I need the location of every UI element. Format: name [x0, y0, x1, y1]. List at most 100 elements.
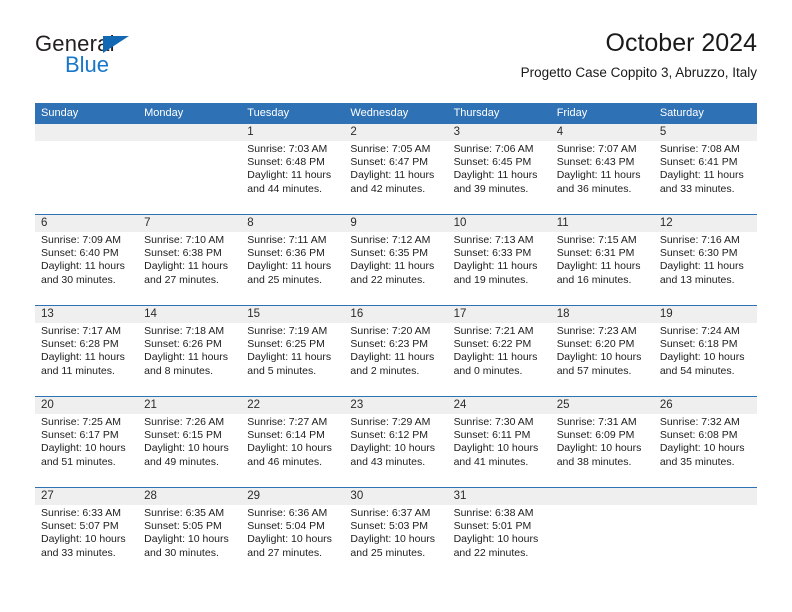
day-number: 4: [556, 126, 564, 138]
day-number: 20: [41, 399, 54, 411]
day-number: [557, 488, 650, 505]
day-cell[interactable]: 1 Sunrise: 7:03 AM Sunset: 6:48 PM Daylig…: [241, 124, 344, 214]
day-number: 26: [659, 399, 673, 411]
day-cell[interactable]: 8 Sunrise: 7:11 AM Sunset: 6:36 PM Daylig…: [241, 215, 344, 305]
day-number: 19: [659, 308, 673, 320]
day-number: 24: [453, 399, 467, 411]
week-cells: 20 Sunrise: 7:25 AM Sunset: 6:17 PM Dayli…: [35, 397, 757, 487]
day-number: 11: [556, 217, 569, 229]
day-sun-info: Sunrise: 7:06 AM Sunset: 6:45 PM Dayligh…: [453, 143, 538, 195]
day-sun-info: Sunrise: 7:07 AM Sunset: 6:43 PM Dayligh…: [556, 143, 641, 195]
day-number: 14: [144, 308, 157, 320]
day-sun-info: Sunrise: 7:16 AM Sunset: 6:30 PM Dayligh…: [659, 234, 744, 286]
day-cell[interactable]: 13 Sunrise: 7:17 AM Sunset: 6:28 PM Dayli…: [35, 306, 138, 396]
day-cell[interactable]: 2 Sunrise: 7:05 AM Sunset: 6:47 PM Daylig…: [344, 124, 447, 214]
day-number: 5: [659, 126, 667, 138]
day-cell[interactable]: 28 Sunrise: 6:35 AM Sunset: 5:05 PM Dayli…: [138, 488, 241, 578]
day-cell[interactable]: 24 Sunrise: 7:30 AM Sunset: 6:11 PM Dayli…: [448, 397, 551, 487]
day-number: 1: [247, 126, 254, 138]
day-sun-info: Sunrise: 7:25 AM Sunset: 6:17 PM Dayligh…: [41, 416, 126, 468]
day-sun-info: Sunrise: 7:31 AM Sunset: 6:09 PM Dayligh…: [556, 416, 642, 468]
day-cell[interactable]: 25 Sunrise: 7:31 AM Sunset: 6:09 PM Dayli…: [551, 397, 654, 487]
day-number: 16: [350, 308, 364, 320]
day-cell[interactable]: 19 Sunrise: 7:24 AM Sunset: 6:18 PM Dayli…: [654, 306, 757, 396]
day-cell[interactable]: 3 Sunrise: 7:06 AM Sunset: 6:45 PM Daylig…: [448, 124, 551, 214]
day-sun-info: Sunrise: 7:17 AM Sunset: 6:28 PM Dayligh…: [41, 325, 125, 377]
weekday-header-friday: Friday: [556, 107, 588, 119]
weekday-header-row: Sunday Monday Tuesday Wednesday Thursday Frid…: [35, 103, 757, 124]
day-cell[interactable]: 21 Sunrise: 7:26 AM Sunset: 6:15 PM Dayli…: [138, 397, 241, 487]
day-sun-info: Sunrise: 6:36 AM Sunset: 5:04 PM Dayligh…: [247, 507, 332, 559]
day-number: 25: [556, 399, 570, 411]
week-cells: 27 Sunrise: 6:33 AM Sunset: 5:07 PM Dayli…: [35, 488, 757, 578]
day-cell[interactable]: 17 Sunrise: 7:21 AM Sunset: 6:22 PM Dayli…: [448, 306, 551, 396]
day-cell-empty: [654, 488, 757, 578]
day-number: 21: [144, 399, 157, 411]
day-number: 12: [659, 217, 673, 229]
day-cell[interactable]: 26 Sunrise: 7:32 AM Sunset: 6:08 PM Dayli…: [654, 397, 757, 487]
day-cell[interactable]: 4 Sunrise: 7:07 AM Sunset: 6:43 PM Daylig…: [551, 124, 654, 214]
day-sun-info: Sunrise: 7:13 AM Sunset: 6:33 PM Dayligh…: [453, 234, 538, 286]
calendar-weeks: 1 Sunrise: 7:03 AM Sunset: 6:48 PM Daylig…: [35, 124, 757, 578]
calendar-week-row: 20 Sunrise: 7:25 AM Sunset: 6:17 PM Dayli…: [35, 396, 757, 487]
day-sun-info: Sunrise: 6:33 AM Sunset: 5:07 PM Dayligh…: [41, 507, 126, 559]
day-cell[interactable]: 30 Sunrise: 6:37 AM Sunset: 5:03 PM Dayli…: [344, 488, 447, 578]
day-cell[interactable]: 18 Sunrise: 7:23 AM Sunset: 6:20 PM Dayli…: [551, 306, 654, 396]
day-sun-info: Sunrise: 7:20 AM Sunset: 6:23 PM Dayligh…: [350, 325, 435, 377]
day-cell[interactable]: 14 Sunrise: 7:18 AM Sunset: 6:26 PM Dayli…: [138, 306, 241, 396]
day-sun-info: Sunrise: 7:32 AM Sunset: 6:08 PM Dayligh…: [659, 416, 745, 468]
day-cell[interactable]: 20 Sunrise: 7:25 AM Sunset: 6:17 PM Dayli…: [35, 397, 138, 487]
weekday-header-monday: Monday: [144, 107, 184, 119]
day-number: 27: [41, 490, 54, 502]
weekday-header-tuesday: Tuesday: [247, 107, 290, 119]
day-cell[interactable]: 9 Sunrise: 7:12 AM Sunset: 6:35 PM Daylig…: [344, 215, 447, 305]
day-sun-info: Sunrise: 7:03 AM Sunset: 6:48 PM Dayligh…: [247, 143, 332, 195]
calendar-page: General Blue October 2024 Progetto Case …: [0, 0, 792, 612]
day-number: 30: [350, 490, 364, 502]
day-cell-empty: [138, 124, 241, 214]
day-cell[interactable]: 31 Sunrise: 6:38 AM Sunset: 5:01 PM Dayli…: [448, 488, 551, 578]
day-cell[interactable]: 27 Sunrise: 6:33 AM Sunset: 5:07 PM Dayli…: [35, 488, 138, 578]
day-number: 2: [350, 126, 357, 138]
day-cell[interactable]: 5 Sunrise: 7:08 AM Sunset: 6:41 PM Daylig…: [654, 124, 757, 214]
page-title: October 2024: [605, 29, 758, 57]
weekday-header-sunday: Sunday: [41, 107, 79, 119]
calendar-week-row: 1 Sunrise: 7:03 AM Sunset: 6:48 PM Daylig…: [35, 124, 757, 214]
day-number: 10: [453, 217, 467, 229]
day-cell[interactable]: 23 Sunrise: 7:29 AM Sunset: 6:12 PM Dayli…: [344, 397, 447, 487]
day-sun-info: Sunrise: 7:10 AM Sunset: 6:38 PM Dayligh…: [144, 234, 228, 286]
day-number: 8: [247, 217, 254, 229]
day-cell[interactable]: 12 Sunrise: 7:16 AM Sunset: 6:30 PM Dayli…: [654, 215, 757, 305]
day-cell[interactable]: 6 Sunrise: 7:09 AM Sunset: 6:40 PM Daylig…: [35, 215, 138, 305]
day-sun-info: Sunrise: 7:09 AM Sunset: 6:40 PM Dayligh…: [41, 234, 125, 286]
day-cell-empty: [551, 488, 654, 578]
day-sun-info: Sunrise: 6:38 AM Sunset: 5:01 PM Dayligh…: [453, 507, 539, 559]
day-number: 3: [453, 126, 460, 138]
week-cells: 6 Sunrise: 7:09 AM Sunset: 6:40 PM Daylig…: [35, 215, 757, 305]
day-cell[interactable]: 15 Sunrise: 7:19 AM Sunset: 6:25 PM Dayli…: [241, 306, 344, 396]
day-cell[interactable]: 29 Sunrise: 6:36 AM Sunset: 5:04 PM Dayli…: [241, 488, 344, 578]
day-cell[interactable]: 10 Sunrise: 7:13 AM Sunset: 6:33 PM Dayli…: [448, 215, 551, 305]
day-sun-info: Sunrise: 7:24 AM Sunset: 6:18 PM Dayligh…: [659, 325, 745, 377]
day-sun-info: Sunrise: 7:12 AM Sunset: 6:35 PM Dayligh…: [350, 234, 435, 286]
day-sun-info: Sunrise: 7:26 AM Sunset: 6:15 PM Dayligh…: [144, 416, 229, 468]
day-cell[interactable]: 7 Sunrise: 7:10 AM Sunset: 6:38 PM Daylig…: [138, 215, 241, 305]
day-number: 22: [247, 399, 261, 411]
day-cell[interactable]: 16 Sunrise: 7:20 AM Sunset: 6:23 PM Dayli…: [344, 306, 447, 396]
day-number: 15: [247, 308, 261, 320]
day-number: 6: [41, 217, 48, 229]
title-block: October 2024 Progetto Case Coppito 3, Ab…: [521, 28, 757, 81]
day-number: 9: [350, 217, 357, 229]
page-header: General Blue October 2024 Progetto Case …: [35, 28, 757, 90]
day-sun-info: Sunrise: 7:27 AM Sunset: 6:14 PM Dayligh…: [247, 416, 332, 468]
day-sun-info: Sunrise: 7:08 AM Sunset: 6:41 PM Dayligh…: [659, 143, 744, 195]
day-cell[interactable]: 11 Sunrise: 7:15 AM Sunset: 6:31 PM Dayli…: [551, 215, 654, 305]
week-cells: 1 Sunrise: 7:03 AM Sunset: 6:48 PM Daylig…: [35, 124, 757, 214]
calendar-week-row: 27 Sunrise: 6:33 AM Sunset: 5:07 PM Dayli…: [35, 487, 757, 578]
day-number: 7: [144, 217, 151, 229]
day-sun-info: Sunrise: 6:37 AM Sunset: 5:03 PM Dayligh…: [350, 507, 436, 559]
calendar-week-row: 6 Sunrise: 7:09 AM Sunset: 6:40 PM Daylig…: [35, 214, 757, 305]
day-number: 18: [556, 308, 570, 320]
logo-text-blue: Blue: [65, 52, 110, 77]
day-cell[interactable]: 22 Sunrise: 7:27 AM Sunset: 6:14 PM Dayli…: [241, 397, 344, 487]
